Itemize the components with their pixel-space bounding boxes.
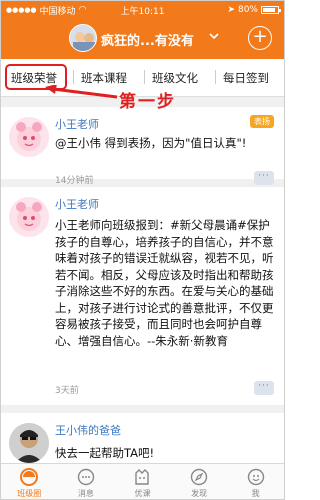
post-time: 14分钟前	[55, 176, 94, 186]
feed-item[interactable]: 小王老师 小王老师向班级报到：#新父母晨诵#保护孩子的自尊心，培养孩子的自信心，…	[1, 187, 284, 405]
parent-avatar[interactable]	[9, 423, 49, 463]
class-circle-icon	[20, 468, 39, 486]
class-title[interactable]: 疯狂的...有没有	[101, 30, 194, 49]
chevron-down-icon[interactable]	[209, 30, 219, 43]
class-avatar[interactable]	[69, 24, 97, 52]
tabbar-label: 我	[251, 489, 260, 498]
post-text: 快去一起帮助TA吧!	[55, 446, 155, 460]
tabbar-label: 消息	[77, 489, 94, 498]
author-name[interactable]: 小王老师	[55, 116, 99, 132]
feed-item[interactable]: 王小伟的爸爸 快去一起帮助TA吧!	[1, 413, 284, 463]
battery-icon	[261, 6, 281, 14]
discover-icon	[190, 468, 208, 486]
bottom-tab-bar: 班级圈 消息 优课 发现 我	[1, 463, 284, 499]
more-options-icon[interactable]: ···	[254, 381, 274, 395]
teacher-avatar[interactable]	[9, 117, 49, 157]
tab-divider	[73, 70, 74, 84]
tabbar-item-me[interactable]: 我	[227, 464, 284, 499]
post-text: @王小伟 得到表扬，因为"值日认真"!	[55, 136, 247, 150]
feed-list: 小王老师 表扬 @王小伟 得到表扬，因为"值日认真"! 14分钟前 ··· 小王…	[1, 97, 284, 463]
clock: 上午10:11	[120, 7, 165, 17]
tabbar-item-class-circle[interactable]: 班级圈	[1, 464, 58, 499]
post-time: 3天前	[55, 386, 79, 396]
tab-class-culture[interactable]: 班级文化	[152, 70, 198, 86]
tabbar-item-discover[interactable]: 发现	[171, 464, 228, 499]
tabbar-item-messages[interactable]: 消息	[58, 464, 115, 499]
tab-class-course[interactable]: 班本课程	[81, 70, 127, 86]
status-bar: ●●●●● 中国移动 ◠ 上午10:11 ➤ 80%	[1, 1, 284, 19]
profile-icon	[247, 468, 264, 486]
author-name[interactable]: 王小伟的爸爸	[55, 422, 121, 438]
tabbar-label: 发现	[191, 489, 208, 498]
course-icon	[135, 469, 150, 485]
tab-divider	[144, 70, 145, 84]
tabbar-item-courses[interactable]: 优课	[114, 464, 171, 499]
tab-daily-checkin[interactable]: 每日签到	[223, 70, 269, 86]
add-button[interactable]: +	[248, 26, 272, 50]
tab-divider	[215, 70, 216, 84]
app-header: 疯狂的...有没有 +	[1, 19, 284, 59]
post-text: 小王老师向班级报到：#新父母晨诵#保护孩子的自尊心，培养孩子的自信心，并不意味着…	[55, 218, 274, 348]
teacher-avatar[interactable]	[9, 197, 49, 237]
tabbar-label: 优课	[134, 489, 151, 498]
annotation-text: 第一步	[119, 92, 176, 112]
app-frame: ●●●●● 中国移动 ◠ 上午10:11 ➤ 80% 疯狂的...有没有 + 班…	[0, 0, 285, 500]
arrow-annotation	[45, 85, 118, 99]
author-name[interactable]: 小王老师	[55, 196, 99, 212]
tabbar-label: 班级圈	[17, 489, 42, 498]
message-icon	[77, 468, 95, 486]
praise-badge: 表扬	[250, 115, 274, 128]
feed-item[interactable]: 小王老师 表扬 @王小伟 得到表扬，因为"值日认真"! 14分钟前 ···	[1, 107, 284, 186]
more-options-icon[interactable]: ···	[254, 171, 274, 185]
